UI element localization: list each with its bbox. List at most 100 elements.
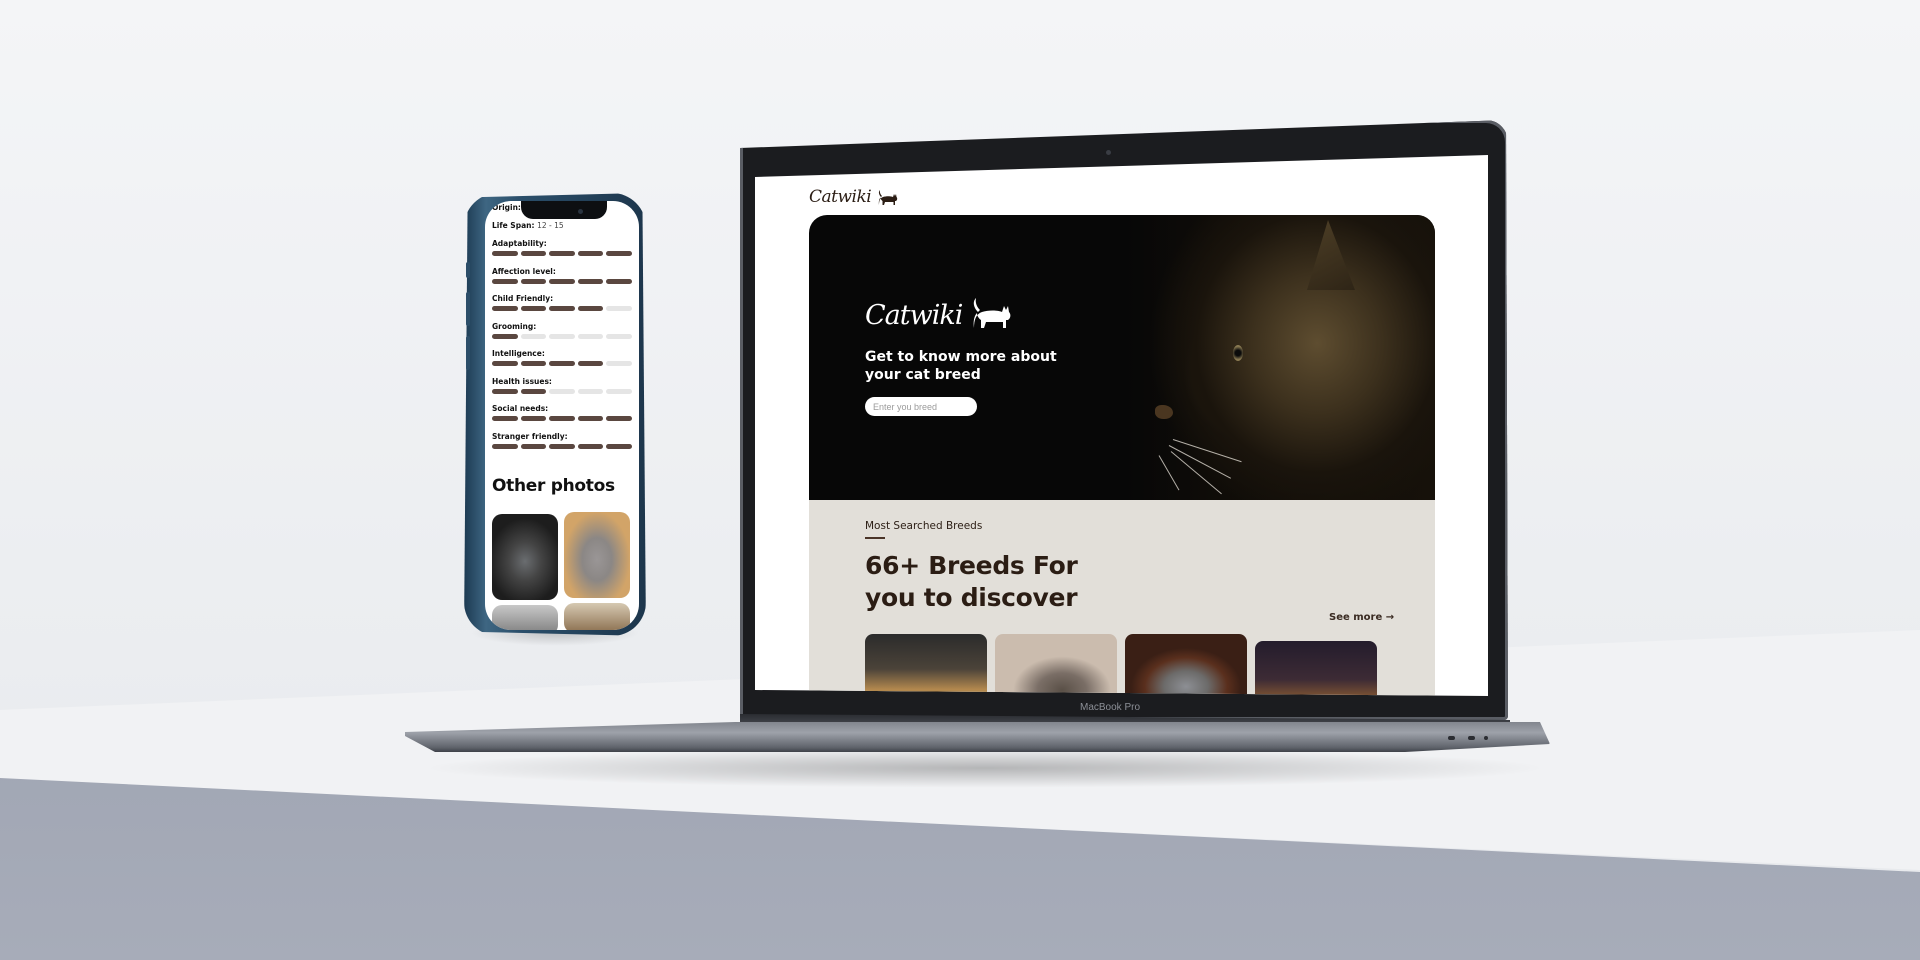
life-span-row: Life Span: 12 - 15: [492, 221, 564, 230]
most-searched-breeds-section: Most Searched Breeds 66+ Breeds For you …: [809, 500, 1435, 696]
hero-cat-photo: [1125, 215, 1435, 500]
rating-segment-empty: [577, 333, 604, 339]
catwiki-page: Catwiki Catwiki Get to know more about y…: [755, 155, 1488, 696]
hero-logo-text: Catwiki: [865, 300, 963, 331]
trait-label: Affection level:: [492, 266, 556, 276]
trait-label: Child Friendly:: [492, 294, 554, 303]
rating-segment-filled: [492, 306, 518, 311]
rating-segment-filled: [577, 278, 604, 284]
trait-rating-bar: [492, 333, 632, 340]
trait-label: Intelligence:: [492, 349, 545, 358]
trait-label: Social needs:: [492, 404, 549, 413]
phone-notch: [521, 201, 607, 219]
hero-cat-eye: [1233, 345, 1243, 361]
breed-thumbnail[interactable]: [995, 634, 1117, 696]
life-span-label: Life Span:: [492, 221, 535, 230]
rating-segment-filled: [549, 278, 575, 284]
hero-cat-nose: [1155, 405, 1173, 419]
breed-search-input[interactable]: [865, 397, 977, 416]
rating-segment-filled: [492, 251, 518, 256]
section-kicker: Most Searched Breeds: [865, 520, 983, 532]
cat-photo[interactable]: [492, 605, 558, 630]
rating-segment-filled: [549, 443, 575, 449]
section-title: 66+ Breeds For you to discover: [865, 551, 1078, 612]
rating-segment-filled: [492, 361, 518, 366]
hero-tagline: Get to know more about your cat breed: [865, 349, 1057, 383]
rating-segment-filled: [549, 251, 575, 256]
trait-rating-bar: [492, 251, 632, 257]
laptop-model-label: MacBook Pro: [1079, 702, 1141, 713]
origin-label: Origin:: [492, 203, 521, 212]
rating-segment-filled: [549, 416, 575, 421]
hero-banner: Catwiki Get to know more about your cat …: [809, 215, 1435, 500]
breed-thumbnail[interactable]: [1125, 634, 1247, 696]
laptop-shadow: [420, 748, 1550, 788]
cat-silhouette-icon: [973, 298, 1011, 328]
rating-segment-filled: [492, 278, 518, 284]
trait-label: Adaptability:: [492, 239, 547, 248]
rating-segment-filled: [520, 416, 547, 421]
trait-rating-bar: [492, 416, 632, 422]
trait-rating-bar: [492, 361, 632, 367]
cat-photo[interactable]: [564, 603, 630, 630]
rating-segment-filled: [520, 443, 547, 449]
rating-segment-filled: [520, 361, 547, 366]
rating-segment-filled: [577, 306, 604, 311]
rating-segment-empty: [549, 333, 575, 339]
trait-rating-bar: [492, 306, 632, 312]
cat-silhouette-icon: [879, 190, 898, 205]
phone-screen: Origin: F Life Span: 12 - 15 Adaptabilit…: [485, 201, 639, 630]
rating-segment-filled: [606, 443, 632, 449]
breed-thumbnail[interactable]: [1255, 641, 1377, 696]
usb-port: [1448, 736, 1455, 740]
rating-segment-empty: [606, 388, 632, 394]
laptop-screen: Catwiki Catwiki Get to know more about y…: [755, 155, 1488, 696]
rating-segment-filled: [549, 361, 575, 366]
phone-volume-down: [466, 336, 470, 370]
rating-segment-filled: [606, 278, 632, 284]
rating-segment-filled: [606, 416, 632, 421]
rating-segment-filled: [520, 278, 547, 284]
rating-segment-filled: [492, 333, 518, 339]
usb-port: [1468, 736, 1475, 740]
rating-segment-filled: [577, 416, 604, 421]
rating-segment-filled: [492, 388, 518, 394]
rating-segment-empty: [549, 388, 575, 394]
cat-photo[interactable]: [492, 514, 558, 600]
rating-segment-filled: [520, 251, 547, 256]
rating-segment-filled: [549, 306, 575, 311]
phone-mute-switch: [466, 262, 470, 278]
hero-logo: Catwiki: [865, 293, 1012, 331]
site-logo[interactable]: Catwiki: [809, 187, 898, 207]
rating-segment-empty: [520, 333, 547, 339]
site-logo-text: Catwiki: [809, 187, 872, 207]
trait-label: Stranger friendly:: [492, 431, 568, 441]
other-photos-heading: Other photos: [492, 476, 615, 496]
rating-segment-filled: [492, 443, 518, 449]
trait-rating-bar: [492, 278, 632, 285]
breed-thumbnail[interactable]: [865, 634, 987, 696]
trait-rating-bar: [492, 443, 632, 450]
trait-label: Health issues:: [492, 376, 552, 386]
trait-rating-bar: [492, 388, 632, 395]
rating-segment-filled: [492, 416, 518, 421]
rating-segment-filled: [577, 361, 604, 366]
rating-segment-empty: [606, 306, 632, 311]
kicker-underline: [865, 537, 885, 539]
laptop-camera: [1106, 150, 1111, 155]
phone-front-camera: [578, 209, 583, 214]
headphone-jack: [1484, 736, 1488, 740]
see-more-link[interactable]: See more →: [1329, 612, 1394, 623]
rating-segment-filled: [577, 443, 604, 449]
rating-segment-filled: [606, 251, 632, 256]
trait-label: Grooming:: [492, 321, 537, 331]
phone-volume-up: [466, 292, 470, 326]
rating-segment-empty: [606, 361, 632, 366]
rating-segment-filled: [577, 251, 604, 256]
rating-segment-filled: [520, 388, 547, 394]
life-span-value: 12 - 15: [537, 221, 564, 230]
rating-segment-filled: [520, 306, 547, 311]
rating-segment-empty: [577, 388, 604, 394]
cat-photo[interactable]: [564, 512, 630, 598]
rating-segment-empty: [606, 333, 632, 339]
